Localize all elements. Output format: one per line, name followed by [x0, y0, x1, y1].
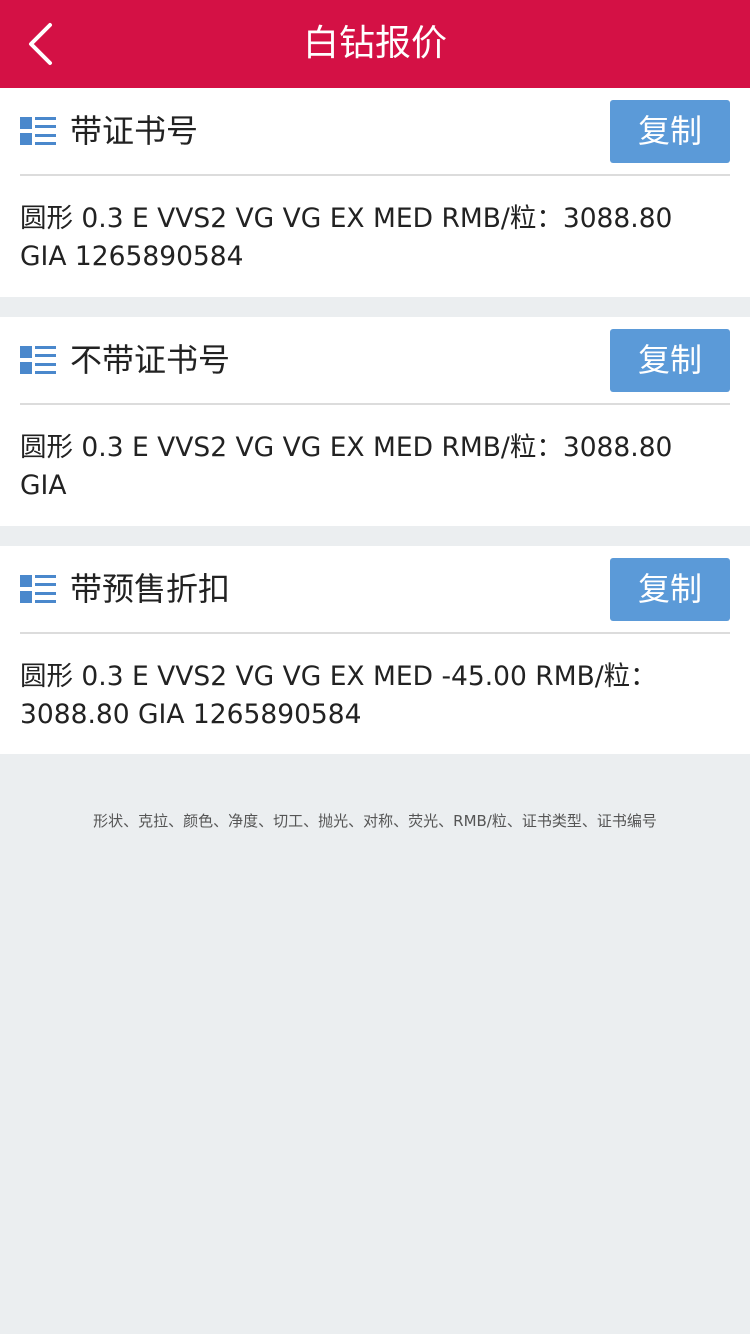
divider — [20, 632, 730, 634]
quote-card-without-cert: 不带证书号 复制 圆形 0.3 E VVS2 VG VG EX MED RMB/… — [0, 317, 750, 526]
quote-text: 圆形 0.3 E VVS2 VG VG EX MED RMB/粒：3088.80… — [20, 432, 673, 501]
card-title: 不带证书号 — [70, 341, 231, 379]
quote-card-presale-discount: 带预售折扣 复制 圆形 0.3 E VVS2 VG VG EX MED -45.… — [0, 546, 750, 754]
quote-text: 圆形 0.3 E VVS2 VG VG EX MED RMB/粒：3088.80… — [20, 203, 673, 272]
quote-text: 圆形 0.3 E VVS2 VG VG EX MED -45.00 RMB/粒：… — [20, 661, 657, 730]
list-icon — [20, 346, 56, 374]
copy-button[interactable]: 复制 — [610, 100, 730, 163]
card-title: 带预售折扣 — [70, 570, 231, 608]
list-icon — [20, 575, 56, 603]
list-icon — [20, 117, 56, 145]
card-title: 带证书号 — [70, 112, 199, 150]
page-title: 白钻报价 — [302, 23, 447, 64]
card-header: 带证书号 复制 — [0, 88, 750, 175]
card-header: 不带证书号 复制 — [0, 317, 750, 404]
top-bar: 白钻报价 — [0, 0, 750, 88]
divider — [20, 403, 730, 405]
copy-button[interactable]: 复制 — [610, 329, 730, 392]
copy-button[interactable]: 复制 — [610, 558, 730, 621]
quote-card-with-cert: 带证书号 复制 圆形 0.3 E VVS2 VG VG EX MED RMB/粒… — [0, 88, 750, 297]
card-header: 带预售折扣 复制 — [0, 546, 750, 633]
divider — [20, 174, 730, 176]
field-order-note: 形状、克拉、颜色、净度、切工、抛光、对称、荧光、RMB/粒、证书类型、证书编号 — [93, 812, 657, 830]
